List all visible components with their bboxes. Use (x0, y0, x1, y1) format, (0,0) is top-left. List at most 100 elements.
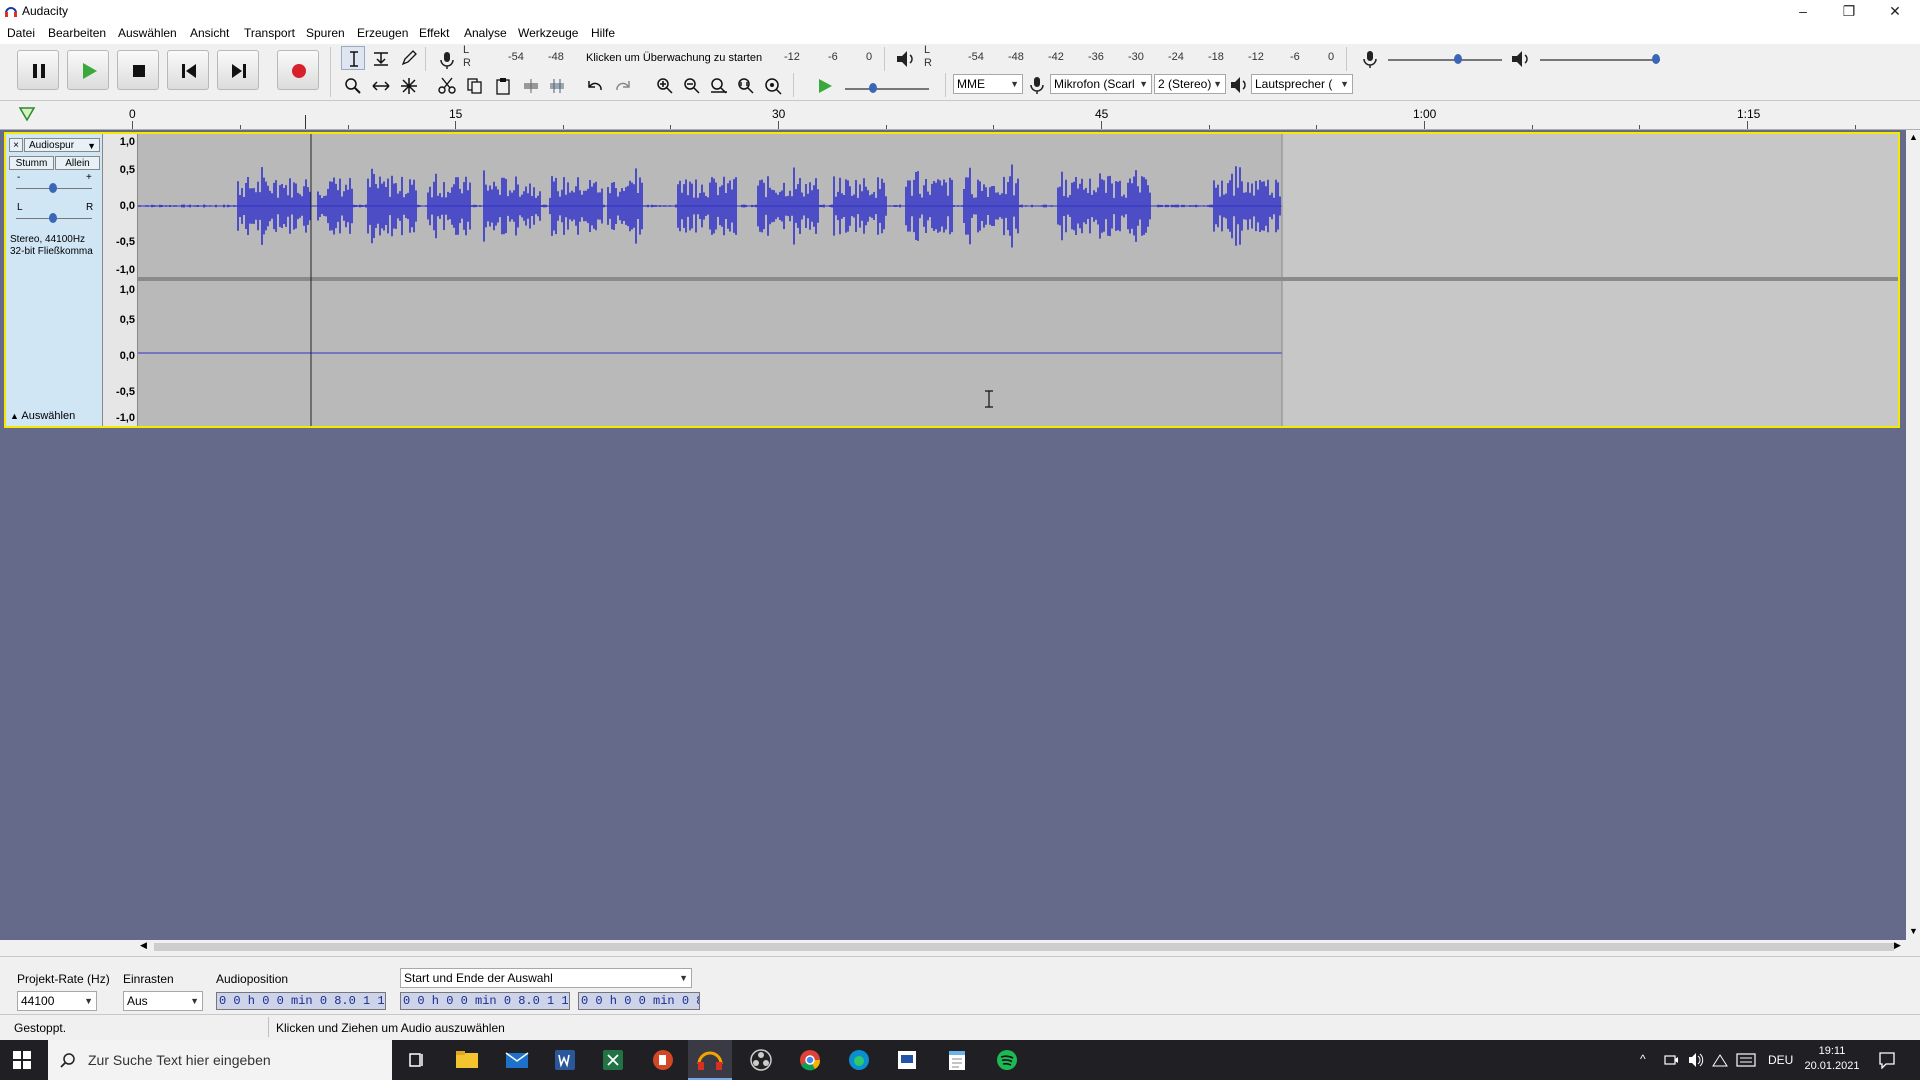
track-area[interactable]: × Audiospur ▼ Stumm Allein - + L R Stere… (0, 130, 1906, 940)
selection-tool[interactable] (341, 46, 365, 70)
minimize-button[interactable]: – (1780, 0, 1826, 24)
task-view-icon[interactable] (402, 1046, 432, 1074)
selection-start-field[interactable]: 0 0 h 0 0 min 0 8.0 1 1 sec (400, 992, 570, 1010)
scroll-down-icon[interactable]: ▼ (1909, 926, 1918, 936)
scroll-thumb[interactable] (154, 943, 1894, 951)
restore-button[interactable]: ❐ (1826, 0, 1872, 24)
notepad-icon[interactable] (942, 1046, 972, 1074)
skip-start-button[interactable] (167, 50, 209, 90)
playback-meter[interactable]: -54 -48 -42 -36 -30 -24 -18 -12 -6 0 (936, 46, 1336, 68)
skip-end-button[interactable] (217, 50, 259, 90)
snap-select[interactable]: Aus ▼ (123, 991, 203, 1011)
time-shift-tool[interactable] (369, 74, 393, 98)
trim-button[interactable] (519, 74, 543, 98)
pan-thumb[interactable] (49, 213, 57, 223)
zoom-in-button[interactable] (653, 74, 677, 98)
track-close-button[interactable]: × (9, 138, 23, 152)
audio-track[interactable]: × Audiospur ▼ Stumm Allein - + L R Stere… (4, 132, 1900, 428)
windows-start-icon[interactable] (13, 1051, 31, 1069)
track-select-button[interactable]: ▲ Auswählen (10, 410, 75, 422)
menu-effekt[interactable]: Effekt (419, 26, 449, 40)
undo-button[interactable] (583, 74, 607, 98)
volume-tray-icon[interactable] (1688, 1052, 1704, 1068)
selection-end-field[interactable]: 0 0 h 0 0 min 0 8.0 1 (578, 992, 700, 1010)
selection-mode-select[interactable]: Start und Ende der Auswahl ▼ (400, 968, 692, 988)
menu-ansicht[interactable]: Ansicht (190, 26, 229, 40)
menu-spuren[interactable]: Spuren (306, 26, 345, 40)
redo-button[interactable] (611, 74, 635, 98)
recording-volume-slider[interactable] (1388, 59, 1502, 61)
timeline-ruler[interactable]: 0 15 30 45 1:00 1:15 (0, 101, 1920, 130)
solo-button[interactable]: Allein (55, 156, 100, 170)
menu-erzeugen[interactable]: Erzeugen (357, 26, 408, 40)
notifications-icon[interactable] (1878, 1051, 1896, 1069)
spotify-icon[interactable] (992, 1046, 1022, 1074)
menu-werkzeuge[interactable]: Werkzeuge (518, 26, 578, 40)
horizontal-scrollbar[interactable]: ◀ ▶ (140, 940, 1906, 954)
tray-expand-icon[interactable]: ^ (1640, 1052, 1646, 1066)
menu-bearbeiten[interactable]: Bearbeiten (48, 26, 106, 40)
edge-icon[interactable] (844, 1046, 874, 1074)
vertical-scrollbar[interactable]: ▲ ▼ (1906, 130, 1920, 940)
playback-volume-thumb[interactable] (1652, 54, 1660, 64)
copy-button[interactable] (463, 74, 487, 98)
mail-icon[interactable] (502, 1046, 532, 1074)
clock[interactable]: 19:11 20.01.2021 (1800, 1044, 1864, 1074)
scroll-right-icon[interactable]: ▶ (1894, 940, 1901, 951)
record-button[interactable] (277, 50, 319, 90)
powerpoint-icon[interactable] (648, 1046, 678, 1074)
output-device-select[interactable]: Lautsprecher (▼ (1251, 74, 1353, 94)
app-icon[interactable] (892, 1046, 922, 1074)
paste-button[interactable] (491, 74, 515, 98)
zoom-tool[interactable] (341, 74, 365, 98)
chrome-icon[interactable] (795, 1046, 825, 1074)
multi-tool[interactable] (397, 74, 421, 98)
amplitude-scale[interactable]: 1,0 0,5 0,0 -0,5 -1,0 1,0 0,5 0,0 -0,5 -… (103, 134, 138, 426)
mute-button[interactable]: Stumm (9, 156, 54, 170)
gain-thumb[interactable] (49, 183, 57, 193)
file-explorer-icon[interactable] (452, 1046, 482, 1074)
envelope-tool[interactable] (369, 46, 393, 70)
fit-project-button[interactable] (734, 74, 758, 98)
menu-auswaehlen[interactable]: Auswählen (118, 26, 177, 40)
camera-tray-icon[interactable] (1664, 1053, 1678, 1067)
pause-button[interactable] (17, 50, 59, 90)
channels-select[interactable]: 2 (Stereo) ▼ (1154, 74, 1226, 94)
play-speed-slider[interactable] (845, 88, 929, 90)
waveform-display[interactable] (138, 134, 1898, 426)
excel-icon[interactable] (598, 1046, 628, 1074)
recording-volume-thumb[interactable] (1454, 54, 1462, 64)
playback-volume-slider[interactable] (1540, 59, 1660, 61)
fit-selection-button[interactable] (707, 74, 731, 98)
menu-hilfe[interactable]: Hilfe (591, 26, 615, 40)
play-speed-thumb[interactable] (869, 83, 877, 93)
recording-meter[interactable]: -54 -48 Klicken um Überwachung zu starte… (474, 46, 874, 68)
word-icon[interactable] (550, 1046, 580, 1074)
track-menu-button[interactable]: Audiospur ▼ (24, 138, 100, 152)
play-button[interactable] (67, 50, 109, 90)
language-indicator[interactable]: DEU (1768, 1053, 1793, 1067)
zoom-out-button[interactable] (680, 74, 704, 98)
taskbar-search-box[interactable]: Zur Suche Text hier eingeben (48, 1040, 392, 1080)
input-device-select[interactable]: Mikrofon (Scarl ▼ (1050, 74, 1152, 94)
draw-tool[interactable] (397, 46, 421, 70)
scroll-left-icon[interactable]: ◀ (140, 940, 147, 951)
cut-button[interactable] (435, 74, 459, 98)
audio-position-field[interactable]: 0 0 h 0 0 min 0 8.0 1 1 sec (216, 992, 386, 1010)
network-tray-icon[interactable] (1712, 1052, 1728, 1068)
play-at-speed-button[interactable] (813, 74, 837, 98)
scroll-up-icon[interactable]: ▲ (1909, 132, 1918, 142)
project-rate-select[interactable]: 44100 ▼ (17, 991, 97, 1011)
track-control-panel[interactable]: × Audiospur ▼ Stumm Allein - + L R Stere… (6, 134, 103, 426)
silence-button[interactable] (545, 74, 569, 98)
keyboard-tray-icon[interactable] (1736, 1053, 1756, 1067)
close-window-button[interactable]: ✕ (1872, 0, 1918, 24)
zoom-toggle-button[interactable] (761, 74, 785, 98)
stop-button[interactable] (117, 50, 159, 90)
menu-transport[interactable]: Transport (244, 26, 295, 40)
audio-host-select[interactable]: MME ▼ (953, 74, 1023, 94)
obs-icon[interactable] (746, 1046, 776, 1074)
taskbar-active-app[interactable] (688, 1040, 732, 1080)
menu-datei[interactable]: Datei (7, 26, 35, 40)
menu-analyse[interactable]: Analyse (464, 26, 507, 40)
